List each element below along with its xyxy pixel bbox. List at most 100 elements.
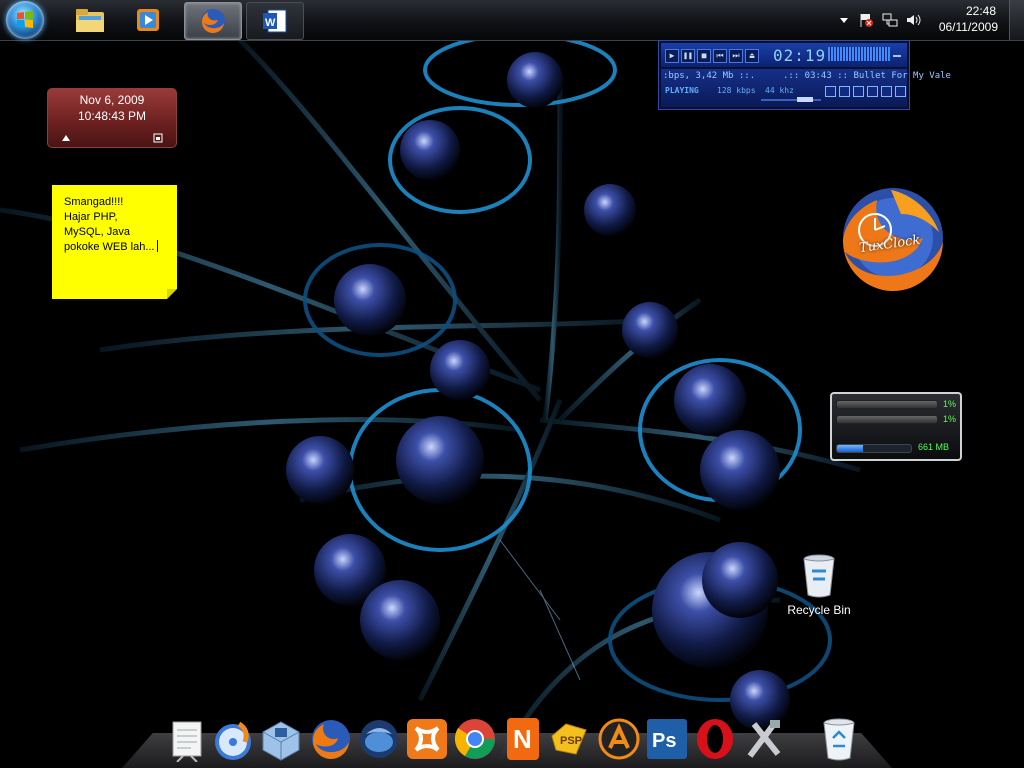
winamp-visualizer (828, 47, 890, 61)
cpu1-value: 1% (942, 399, 956, 409)
taskbar-firefox-button[interactable] (184, 2, 242, 40)
sticky-line: Hajar PHP, (64, 211, 118, 223)
gadget-date: Nov 6, 2009 (79, 93, 145, 107)
taskbar-media-player-button[interactable] (120, 2, 176, 38)
dock-nero[interactable]: N (500, 712, 546, 762)
pause-icon[interactable]: ❚❚ (681, 49, 695, 63)
settings-icon[interactable] (853, 86, 864, 97)
winamp-bitrate-info: :bps, 3,42 Mb ::. (663, 71, 756, 81)
firefox-icon (201, 9, 225, 34)
network-icon[interactable] (882, 12, 898, 28)
dock-opera[interactable] (692, 712, 738, 762)
sticky-line: Smangad!!!! (64, 196, 124, 208)
media-player-icon (137, 9, 159, 31)
svg-text:N: N (513, 724, 532, 754)
svg-text:Ps: Ps (652, 730, 676, 752)
alarm-icon[interactable] (61, 132, 71, 142)
word-icon: W (263, 9, 287, 33)
winamp-time: 02:19 (773, 46, 827, 65)
cpu2-bar (836, 415, 938, 424)
winamp-track-title: .:: 03:43 :: Bullet For My Vale (783, 71, 951, 81)
dock-virtualbox[interactable] (258, 712, 304, 762)
eject-icon[interactable]: ⏏ (745, 49, 759, 63)
calendar-icon[interactable] (153, 132, 163, 143)
psp-icon: PSP (551, 723, 587, 755)
tools-icon (747, 720, 781, 758)
dock-chrome[interactable] (452, 712, 498, 762)
xampp-icon (407, 719, 447, 759)
sticky-note-text[interactable]: Smangad!!!! Hajar PHP, MySQL, Java pokok… (64, 195, 158, 255)
winamp-khz: 44 khz (765, 86, 794, 95)
recycle-bin-icon (823, 718, 855, 761)
play-icon[interactable]: ▶ (665, 49, 679, 63)
playlist-icon[interactable] (839, 86, 850, 97)
disc-burner-icon (215, 721, 251, 760)
equalizer-icon[interactable] (825, 86, 836, 97)
winamp-kbps: 128 kbps (717, 86, 756, 95)
dock-disc-burner[interactable] (210, 712, 256, 762)
dock-xampp[interactable] (404, 712, 450, 762)
sticky-line: MySQL, Java (64, 226, 131, 238)
ram-value: 661 MB (918, 442, 950, 452)
tuxclock-gadget[interactable]: TuxClock (831, 180, 953, 296)
taskbar-explorer-button[interactable] (62, 2, 118, 38)
svg-text:PSP: PSP (560, 735, 582, 747)
taskbar: W 22:48 06/11/2009 (0, 0, 1024, 41)
chrome-icon (454, 719, 495, 759)
dock-thunderbird[interactable] (356, 712, 402, 762)
taskbar-word-button[interactable]: W (246, 2, 304, 40)
dock-firefox[interactable] (308, 712, 354, 762)
expand-tray-icon[interactable] (836, 12, 852, 28)
sticky-corner-fold (167, 289, 177, 299)
text-caret (156, 240, 158, 252)
winamp-controls: ▶ ❚❚ ■ ⏮ ⏭ ⏏ 02:19 (661, 43, 907, 67)
nero-icon: N (507, 718, 539, 760)
recycle-bin-icon (803, 554, 835, 598)
svg-text:W: W (265, 17, 276, 29)
sticky-note[interactable]: Smangad!!!! Hajar PHP, MySQL, Java pokok… (52, 185, 177, 299)
eject-small-icon[interactable] (895, 86, 906, 97)
ram-bar (836, 444, 912, 453)
windows-logo-icon (17, 11, 33, 28)
dock-photoshop[interactable]: Ps (644, 712, 690, 762)
winamp-status: PLAYING (665, 86, 699, 95)
calendar-clock-gadget[interactable]: Nov 6, 2009 10:48:43 PM (47, 88, 177, 148)
dock-psp[interactable]: PSP (546, 712, 592, 762)
winamp-minimize-icon[interactable] (893, 55, 901, 57)
ram-bar-fill (837, 445, 863, 452)
cpu1-bar (836, 400, 938, 409)
winamp-player[interactable]: ▶ ❚❚ ■ ⏮ ⏭ ⏏ 02:19 :bps, 3,42 Mb ::. .::… (658, 40, 951, 110)
flag-alert-icon[interactable] (858, 12, 874, 28)
winamp-info-panel: :bps, 3,42 Mb ::. .:: 03:43 :: Bullet Fo… (661, 69, 951, 107)
tray-clock-time[interactable]: 22:48 (966, 4, 996, 18)
firefox-icon (312, 720, 350, 760)
stop-icon[interactable]: ■ (697, 49, 711, 63)
seek-knob[interactable] (797, 97, 813, 102)
start-button[interactable] (6, 1, 44, 39)
cpu2-value: 1% (942, 414, 956, 424)
copy-icon[interactable] (867, 86, 878, 97)
sticky-line: pokoke WEB lah... (64, 241, 155, 253)
thunderbird-icon (360, 720, 398, 758)
folder-icon (76, 9, 104, 32)
volume-icon[interactable] (905, 12, 921, 28)
cpu-ram-meter-gadget[interactable]: 1% 1% 661 MB (830, 392, 962, 461)
dock-notepad[interactable] (164, 712, 210, 762)
opera-icon (697, 719, 733, 759)
next-icon[interactable]: ⏭ (729, 49, 743, 63)
recycle-bin-desktop-icon[interactable]: Recycle Bin (786, 551, 852, 621)
dock-recycle-bin[interactable] (816, 712, 862, 762)
dock-tools[interactable] (740, 712, 786, 762)
window-icon[interactable] (881, 86, 892, 97)
previous-icon[interactable]: ⏮ (713, 49, 727, 63)
photoshop-icon: Ps (647, 719, 687, 759)
recycle-bin-label: Recycle Bin (787, 603, 851, 617)
winamp-toolbar (825, 86, 906, 97)
show-desktop-button[interactable] (1009, 0, 1024, 40)
avast-icon (598, 718, 640, 760)
gadget-time: 10:48:43 PM (77, 109, 147, 123)
virtualbox-icon (262, 721, 300, 761)
notepad-icon (172, 721, 202, 762)
dock-avast[interactable] (596, 712, 642, 762)
tray-clock-date[interactable]: 06/11/2009 (939, 20, 998, 34)
